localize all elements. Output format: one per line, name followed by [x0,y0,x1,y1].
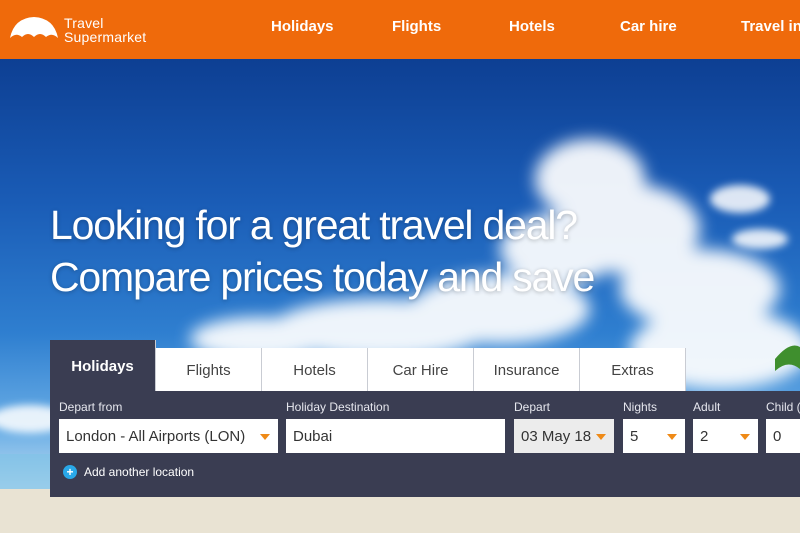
depart-from-label: Depart from [59,400,123,414]
nav-car-hire[interactable]: Car hire [620,18,677,35]
depart-date-caret-icon [596,434,606,440]
nav-holidays[interactable]: Holidays [271,18,334,35]
depart-date-select[interactable]: 03 May 18 [514,419,614,453]
add-location-label: Add another location [84,465,195,479]
destination-label: Holiday Destination [286,400,390,414]
brand-name-line1: Travel [64,15,104,31]
nav-hotels[interactable]: Hotels [509,18,555,35]
brand-logo[interactable]: Travel Supermarket [8,14,158,48]
adult-caret-icon [740,434,750,440]
depart-from-select[interactable]: London - All Airports (LON) [59,419,278,453]
hero-headline-line1: Looking for a great travel deal? [50,202,578,248]
adult-value: 2 [700,427,709,445]
tab-holidays[interactable]: Holidays [50,340,156,392]
tab-extras[interactable]: Extras [580,348,686,392]
child-label: Child ( [766,400,800,414]
tab-insurance[interactable]: Insurance [474,348,580,392]
depart-from-caret-icon [260,434,270,440]
child-value: 0 [773,427,782,445]
tab-flights[interactable]: Flights [156,348,262,392]
tab-car-hire[interactable]: Car Hire [368,348,474,392]
umbrella-logo-icon [10,17,58,38]
plus-circle-icon: + [63,465,77,479]
add-location-link[interactable]: + Add another location [63,465,194,479]
nav-travel-insurance[interactable]: Travel ins [741,18,800,35]
depart-from-value: London - All Airports (LON) [66,427,246,445]
depart-date-value: 03 May 18 [521,427,592,445]
adult-select[interactable]: 2 [693,419,758,453]
nights-value: 5 [630,427,639,445]
destination-input[interactable]: Dubai [286,419,505,453]
brand-name: Travel Supermarket [64,16,146,44]
child-select[interactable]: 0 [766,419,800,453]
nights-select[interactable]: 5 [623,419,685,453]
depart-date-label: Depart [514,400,551,414]
brand-name-line2: Supermarket [64,29,147,45]
tab-hotels[interactable]: Hotels [262,348,368,392]
holiday-search-form: Depart from London - All Airports (LON) … [50,391,800,497]
nav-flights[interactable]: Flights [392,18,441,35]
nights-label: Nights [623,400,658,414]
adult-label: Adult [693,400,721,414]
destination-value: Dubai [293,427,333,445]
top-header: Travel Supermarket Holidays Flights Hote… [0,0,800,59]
nights-caret-icon [667,434,677,440]
hero-headline: Looking for a great travel deal? Compare… [50,199,595,303]
hero-headline-line2: Compare prices today and save [50,254,595,300]
